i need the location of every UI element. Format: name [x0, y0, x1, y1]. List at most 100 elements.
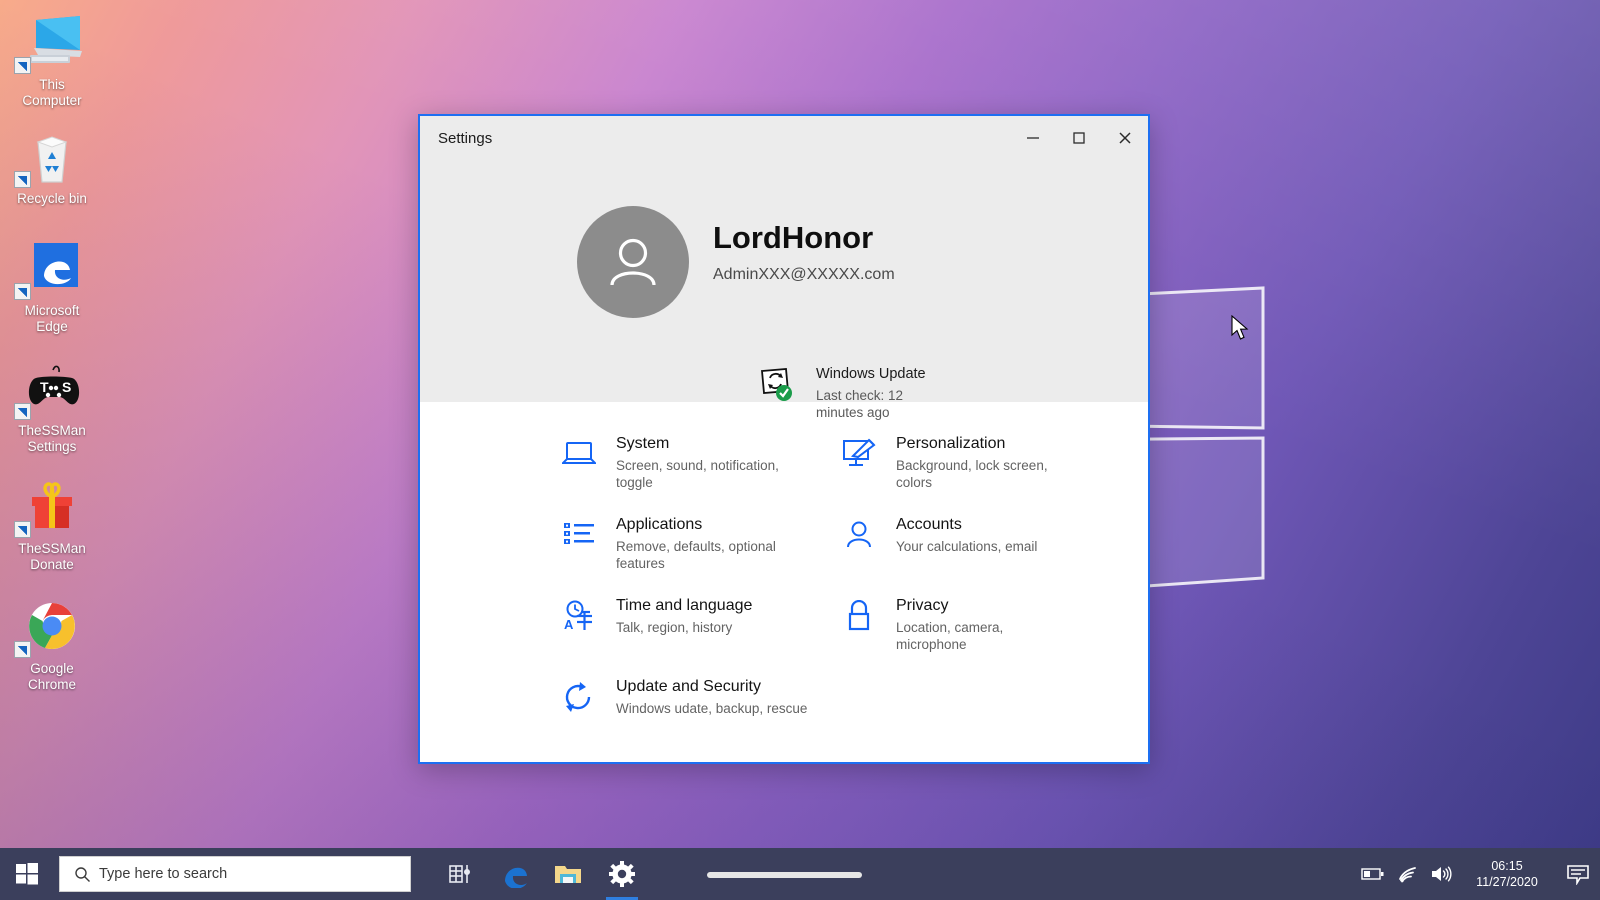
shortcut-arrow-badge	[14, 57, 31, 74]
recycle-bin-icon	[20, 128, 84, 188]
settings-window[interactable]: Settings	[418, 114, 1150, 764]
shortcut-arrow-badge	[14, 171, 31, 188]
desktop-icon-label: This	[4, 77, 100, 93]
svg-text:A: A	[564, 617, 574, 632]
gift-icon	[20, 478, 84, 538]
desktop-icon-thessman-donate[interactable]: TheSSMan Donate	[4, 478, 100, 573]
paintbrush-monitor-icon	[838, 434, 880, 474]
account-text: LordHonor AdminXXX@XXXXX.com	[713, 206, 895, 284]
tile-title: Privacy	[896, 596, 1068, 616]
settings-tile-grid: System Screen, sound, notification, togg…	[420, 402, 1148, 730]
desktop-icon-this-computer[interactable]: This Computer	[4, 14, 100, 109]
lock-icon	[838, 596, 880, 636]
settings-tile-system[interactable]: System Screen, sound, notification, togg…	[558, 422, 816, 503]
windows-start-icon[interactable]	[0, 848, 54, 900]
settings-tile-personalization[interactable]: Personalization Background, lock screen,…	[838, 422, 1076, 503]
folder-icon[interactable]	[541, 848, 595, 900]
refresh-icon	[558, 677, 600, 717]
desktop-icon-recycle-bin[interactable]: Recycle bin	[4, 128, 100, 207]
tile-subtitle: Your calculations, email	[896, 539, 1037, 556]
settings-tile-accounts[interactable]: Accounts Your calculations, email	[838, 503, 1076, 584]
desktop-icon-google-chrome[interactable]: Google Chrome	[4, 598, 100, 693]
tile-subtitle: Screen, sound, notification, toggle	[616, 458, 808, 491]
taskbar-clock[interactable]: 06:15 11/27/2020	[1458, 858, 1556, 890]
task-view-icon[interactable]	[433, 848, 487, 900]
desktop-icon-label: Chrome	[4, 677, 100, 693]
gear-icon[interactable]	[595, 848, 649, 900]
clock-time: 06:15	[1470, 858, 1544, 874]
taskbar-edge-icon[interactable]	[487, 848, 541, 900]
windows-update-title: Windows Update	[816, 365, 936, 383]
tile-subtitle: Windows udate, backup, rescue	[616, 701, 807, 718]
tile-title: Personalization	[896, 434, 1068, 454]
desktop-icon-label: Recycle bin	[4, 191, 100, 207]
clock-date: 11/27/2020	[1470, 874, 1544, 890]
window-controls	[1010, 116, 1148, 160]
notification-icon[interactable]	[1556, 848, 1600, 900]
settings-tile-applications[interactable]: Applications Remove, defaults, optional …	[558, 503, 816, 584]
edge-icon	[20, 240, 84, 300]
close-button[interactable]	[1102, 116, 1148, 160]
tile-subtitle: Background, lock screen, colors	[896, 458, 1068, 491]
tile-text: Applications Remove, defaults, optional …	[616, 515, 808, 572]
shortcut-arrow-badge	[14, 283, 31, 300]
list-icon	[558, 515, 600, 555]
desktop-icon-label: Settings	[4, 439, 100, 455]
tile-row: System Screen, sound, notification, togg…	[420, 422, 1148, 503]
system-tray: 06:15 11/27/2020	[1356, 848, 1600, 900]
settings-tile-privacy[interactable]: Privacy Location, camera, microphone	[838, 584, 1076, 665]
account-row[interactable]: LordHonor AdminXXX@XXXXX.com	[577, 206, 895, 318]
window-titlebar[interactable]: Settings	[420, 116, 1148, 160]
battery-icon[interactable]	[1356, 848, 1390, 900]
desktop-icon-label: Microsoft	[4, 303, 100, 319]
desktop-icon-label: Google	[4, 661, 100, 677]
desktop-icon-label: Edge	[4, 319, 100, 335]
shortcut-arrow-badge	[14, 403, 31, 420]
account-email: AdminXXX@XXXXX.com	[713, 266, 895, 284]
tile-subtitle: Remove, defaults, optional features	[616, 539, 808, 572]
desktop-icon-label: TheSSMan	[4, 541, 100, 557]
user-avatar-icon[interactable]	[577, 206, 689, 318]
tile-text: Time and language Talk, region, history	[616, 596, 752, 637]
desktop-icon-label: Donate	[4, 557, 100, 573]
settings-tile-time-and-language[interactable]: A Time and language Talk, region, histor…	[558, 584, 816, 665]
svg-text:S: S	[62, 379, 71, 395]
tile-empty-slot	[838, 665, 1076, 730]
tile-title: Applications	[616, 515, 808, 535]
chrome-icon	[20, 598, 84, 658]
tile-title: Accounts	[896, 515, 1037, 535]
desktop-icon-label: Computer	[4, 93, 100, 109]
speaker-icon[interactable]	[1424, 848, 1458, 900]
window-title: Settings	[438, 130, 492, 147]
account-name: LordHonor	[713, 220, 895, 256]
tile-subtitle: Talk, region, history	[616, 620, 752, 637]
tile-text: Accounts Your calculations, email	[896, 515, 1037, 556]
tile-text: System Screen, sound, notification, togg…	[616, 434, 808, 491]
settings-tile-update-and-security[interactable]: Update and Security Windows udate, backu…	[558, 665, 816, 730]
search-placeholder: Type here to search	[99, 866, 227, 882]
maximize-button[interactable]	[1056, 116, 1102, 160]
tile-row: Applications Remove, defaults, optional …	[420, 503, 1148, 584]
tile-title: System	[616, 434, 808, 454]
taskbar-handwriting-bar[interactable]	[707, 872, 862, 878]
shortcut-arrow-badge	[14, 521, 31, 538]
svg-text:T: T	[40, 379, 49, 395]
wifi-icon[interactable]	[1390, 848, 1424, 900]
person-icon	[838, 515, 880, 555]
desktop-icon-thessman-settings[interactable]: T S TheSSMan Settings	[4, 360, 100, 455]
desktop[interactable]: This Computer Recycle bin	[0, 0, 1600, 900]
shortcut-arrow-badge	[14, 641, 31, 658]
tile-row: A Time and language Talk, region, histor…	[420, 584, 1148, 665]
minimize-button[interactable]	[1010, 116, 1056, 160]
laptop-icon	[558, 434, 600, 474]
tile-text: Personalization Background, lock screen,…	[896, 434, 1068, 491]
tile-title: Update and Security	[616, 677, 807, 697]
taskbar[interactable]: Type here to search	[0, 848, 1600, 900]
clock-language-icon: A	[558, 596, 600, 636]
tile-text: Privacy Location, camera, microphone	[896, 596, 1068, 653]
gamepad-icon: T S	[20, 360, 84, 420]
mouse-cursor	[1231, 315, 1251, 343]
desktop-icon-microsoft-edge[interactable]: Microsoft Edge	[4, 240, 100, 335]
search-input[interactable]: Type here to search	[59, 856, 411, 892]
monitor-icon	[20, 14, 84, 74]
